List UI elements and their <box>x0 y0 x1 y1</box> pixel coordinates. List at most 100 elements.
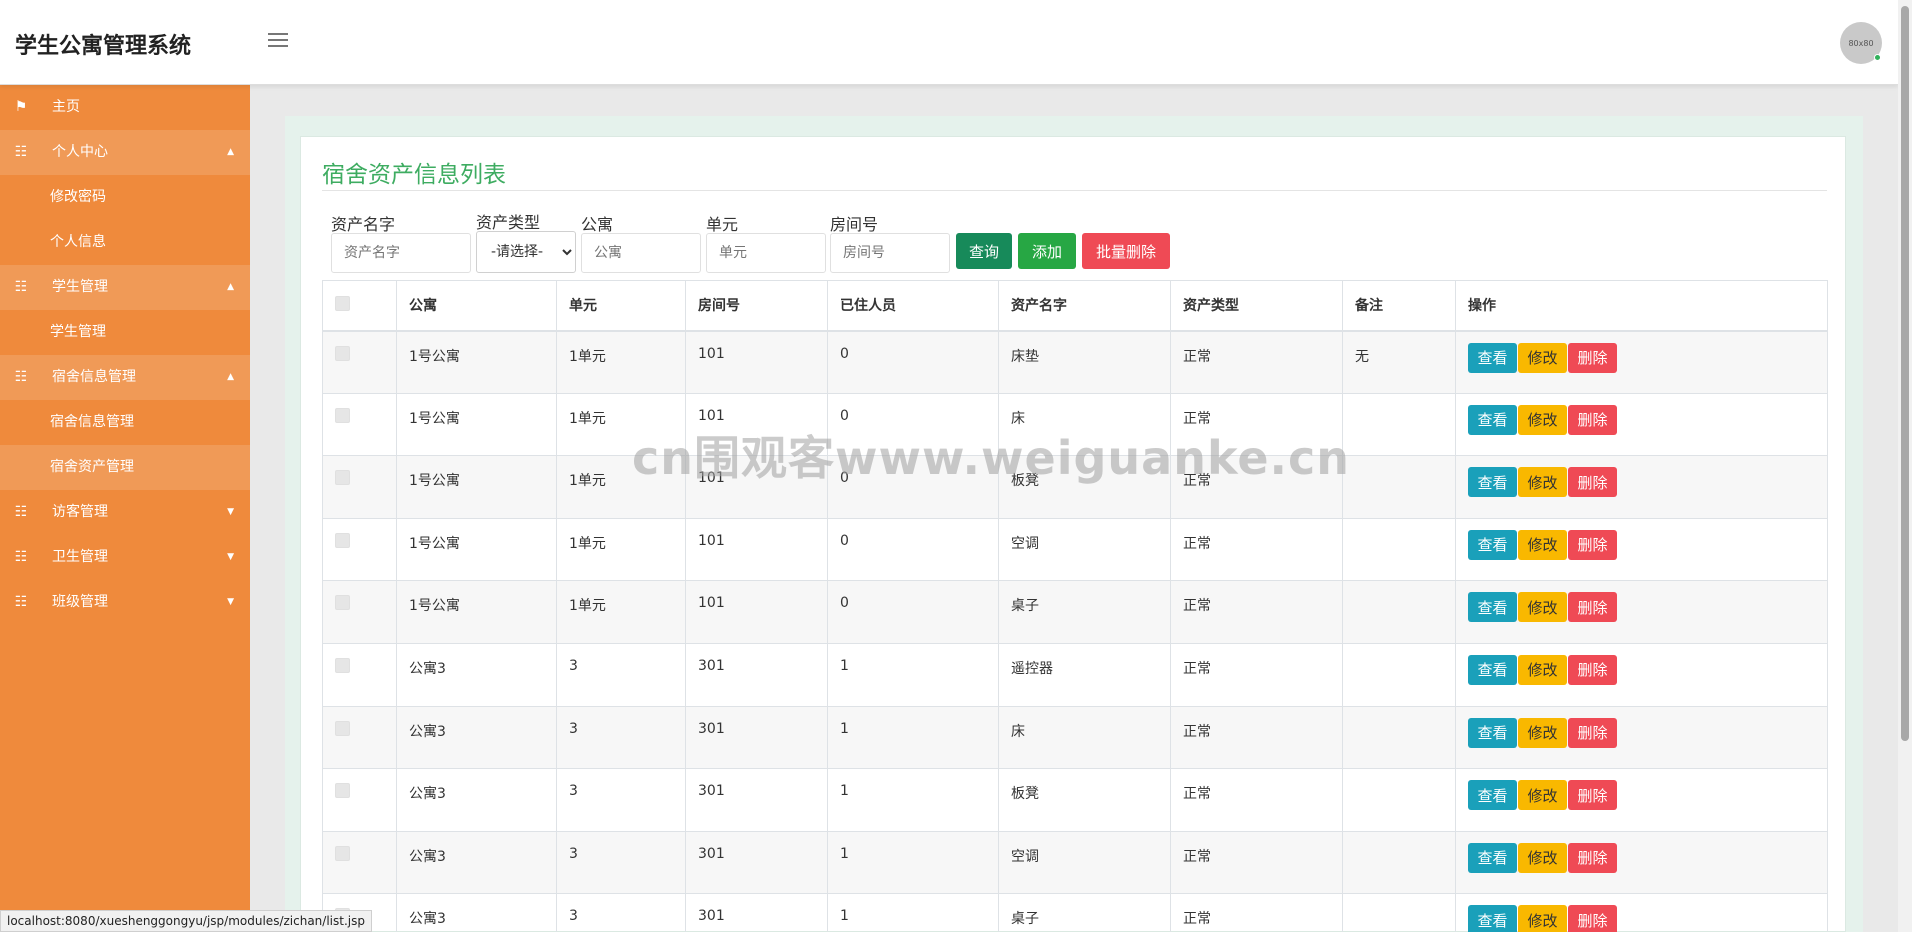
sidebar-subitem[interactable]: 宿舍信息管理 <box>0 400 250 445</box>
row-select-cell <box>322 705 397 770</box>
delete-button[interactable]: 删除 <box>1568 905 1617 932</box>
chevron-up-icon: ▲ <box>227 372 234 382</box>
delete-button[interactable]: 删除 <box>1568 529 1617 560</box>
cell-residents: 1 <box>827 830 999 895</box>
asset-type-select[interactable]: -请选择- <box>476 231 576 273</box>
table-header-row: 公寓 单元 房间号 已住人员 资产名字 资产类型 备注 操作 <box>322 280 1828 332</box>
delete-button[interactable]: 删除 <box>1568 654 1617 685</box>
view-button[interactable]: 查看 <box>1468 780 1517 811</box>
sidebar-subitem[interactable]: 修改密码 <box>0 175 250 220</box>
row-checkbox[interactable] <box>335 595 350 611</box>
menu-toggle-icon[interactable] <box>268 33 288 49</box>
edit-button[interactable]: 修改 <box>1518 717 1567 748</box>
edit-button[interactable]: 修改 <box>1518 592 1567 623</box>
sidebar-item[interactable]: ☷ 卫生管理 ▼ <box>0 535 250 580</box>
sidebar-item[interactable]: ☷ 学生管理 ▲ <box>0 265 250 310</box>
cell-unit: 3 <box>556 705 686 770</box>
row-checkbox[interactable] <box>335 845 350 861</box>
row-checkbox[interactable] <box>335 720 350 736</box>
room-label: 房间号 <box>830 215 879 234</box>
delete-button[interactable]: 删除 <box>1568 467 1617 498</box>
sidebar-item-label: 个人中心 <box>52 144 108 160</box>
row-select-cell <box>322 642 397 707</box>
sidebar-subitem-label: 宿舍信息管理 <box>50 414 134 430</box>
sidebar-subitem[interactable]: 个人信息 <box>0 220 250 265</box>
row-select-cell <box>322 768 397 832</box>
row-checkbox[interactable] <box>335 657 350 673</box>
cell-remark <box>1342 517 1456 582</box>
edit-button[interactable]: 修改 <box>1518 404 1567 435</box>
view-button[interactable]: 查看 <box>1468 654 1517 685</box>
sidebar-subitem-label: 宿舍资产管理 <box>50 459 134 475</box>
delete-button[interactable]: 删除 <box>1568 842 1617 873</box>
view-button[interactable]: 查看 <box>1468 529 1517 560</box>
view-button[interactable]: 查看 <box>1468 842 1517 873</box>
edit-button[interactable]: 修改 <box>1518 905 1567 932</box>
cell-actions: 查看 修改 删除 <box>1455 455 1828 519</box>
sidebar-subitem[interactable]: 宿舍资产管理 <box>0 445 250 490</box>
delete-button[interactable]: 删除 <box>1568 780 1617 811</box>
scrollbar-thumb[interactable] <box>1901 6 1909 741</box>
select-all-checkbox[interactable] <box>335 295 350 311</box>
cell-asset-type: 正常 <box>1170 893 1343 932</box>
delete-button[interactable]: 删除 <box>1568 404 1617 435</box>
sidebar-item[interactable]: ⚑ 主页 <box>0 85 250 130</box>
view-button[interactable]: 查看 <box>1468 342 1517 373</box>
batch-delete-button[interactable]: 批量删除 <box>1082 233 1170 269</box>
cell-unit: 1单元 <box>556 580 686 644</box>
edit-button[interactable]: 修改 <box>1518 467 1567 498</box>
search-button[interactable]: 查询 <box>956 233 1012 269</box>
chevron-down-icon: ▼ <box>227 597 234 607</box>
room-input[interactable] <box>830 233 950 273</box>
edit-button[interactable]: 修改 <box>1518 654 1567 685</box>
cell-asset-name: 板凳 <box>998 768 1171 832</box>
cell-actions: 查看 修改 删除 <box>1455 642 1828 707</box>
row-checkbox[interactable] <box>335 470 350 486</box>
status-bar-url: localhost:8080/xueshenggongyu/jsp/module… <box>0 910 372 932</box>
sidebar-item[interactable]: ☷ 访客管理 ▼ <box>0 490 250 535</box>
sidebar-item[interactable]: ☷ 个人中心 ▲ <box>0 130 250 175</box>
add-button[interactable]: 添加 <box>1018 233 1076 269</box>
sidebar-item[interactable]: ☷ 班级管理 ▼ <box>0 580 250 625</box>
cell-residents: 1 <box>827 705 999 770</box>
page-title: 宿舍资产信息列表 <box>322 162 506 188</box>
app-title: 学生公寓管理系统 <box>15 34 192 59</box>
apartment-input[interactable] <box>581 233 701 273</box>
avatar[interactable]: 80x80 <box>1840 22 1882 64</box>
cell-room: 301 <box>685 893 828 932</box>
view-button[interactable]: 查看 <box>1468 467 1517 498</box>
table-row: 公寓3 3 301 1 桌子 正常 查看 修改 删除 <box>322 893 1828 932</box>
row-checkbox[interactable] <box>335 345 350 361</box>
edit-button[interactable]: 修改 <box>1518 780 1567 811</box>
online-status-dot <box>1874 54 1881 61</box>
page-scrollbar[interactable] <box>1898 0 1912 932</box>
cell-asset-type: 正常 <box>1170 830 1343 895</box>
view-button[interactable]: 查看 <box>1468 905 1517 932</box>
cell-asset-type: 正常 <box>1170 517 1343 582</box>
delete-button[interactable]: 删除 <box>1568 342 1617 373</box>
cell-unit: 1单元 <box>556 517 686 582</box>
row-select-cell <box>322 455 397 519</box>
sidebar-subitem[interactable]: 学生管理 <box>0 310 250 355</box>
row-checkbox[interactable] <box>335 532 350 548</box>
asset-name-input[interactable] <box>331 233 471 273</box>
unit-input[interactable] <box>706 233 826 273</box>
delete-button[interactable]: 删除 <box>1568 592 1617 623</box>
view-button[interactable]: 查看 <box>1468 404 1517 435</box>
row-checkbox[interactable] <box>335 783 350 799</box>
edit-button[interactable]: 修改 <box>1518 342 1567 373</box>
view-button[interactable]: 查看 <box>1468 592 1517 623</box>
edit-button[interactable]: 修改 <box>1518 529 1567 560</box>
delete-button[interactable]: 删除 <box>1568 717 1617 748</box>
row-select-cell <box>322 830 397 895</box>
cell-asset-name: 桌子 <box>998 580 1171 644</box>
view-button[interactable]: 查看 <box>1468 717 1517 748</box>
sidebar-item[interactable]: ☷ 宿舍信息管理 ▲ <box>0 355 250 400</box>
row-checkbox[interactable] <box>335 407 350 423</box>
cell-asset-type: 正常 <box>1170 705 1343 770</box>
table-row: 公寓3 3 301 1 床正常 查看 修改 删除 <box>322 705 1828 770</box>
cell-residents: 0 <box>827 517 999 582</box>
cell-remark <box>1342 830 1456 895</box>
edit-button[interactable]: 修改 <box>1518 842 1567 873</box>
cell-asset-type: 正常 <box>1170 768 1343 832</box>
